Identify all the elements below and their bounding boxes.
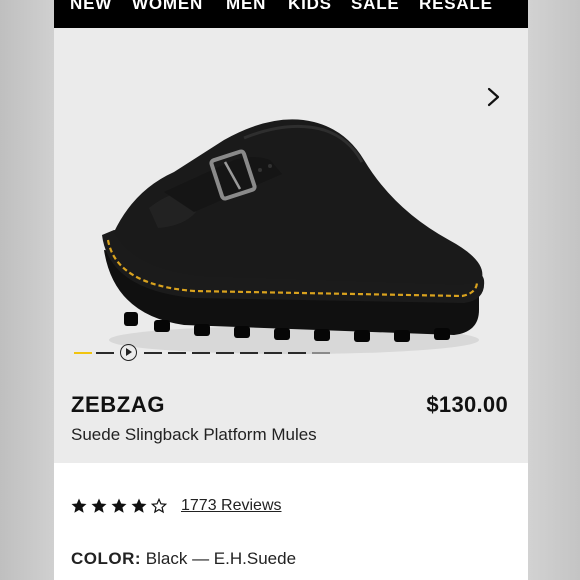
pagination-dot-2[interactable] xyxy=(96,352,114,354)
pagination-dot-3[interactable] xyxy=(144,352,162,354)
pagination-dot-8[interactable] xyxy=(264,352,282,354)
nav-item-sale[interactable]: SALE xyxy=(351,0,400,16)
nav-item-kids[interactable]: KIDS xyxy=(288,0,332,16)
pagination-dot-4[interactable] xyxy=(168,352,186,354)
rating-row: 1773 Reviews xyxy=(70,497,282,515)
star-icon xyxy=(131,498,147,513)
product-gallery[interactable]: ZEBZAG $130.00 Suede Slingback Platform … xyxy=(54,28,528,463)
product-page: NEW WOMEN MEN KIDS SALE RESALE ZEBZAG $1… xyxy=(54,0,528,580)
pagination-dot-5[interactable] xyxy=(192,352,210,354)
star-icon xyxy=(111,498,127,513)
nav-item-women[interactable]: WOMEN xyxy=(132,0,203,16)
nav-item-men[interactable]: MEN xyxy=(226,0,266,16)
nav-item-resale[interactable]: RESALE xyxy=(419,0,493,16)
top-nav: NEW WOMEN MEN KIDS SALE RESALE xyxy=(54,0,528,28)
pagination-dot-10[interactable] xyxy=(312,352,330,354)
nav-item-new[interactable]: NEW xyxy=(70,0,112,16)
color-value: Black — E.H.Suede xyxy=(145,549,297,568)
product-name: ZEBZAG xyxy=(71,392,166,417)
color-label: COLOR: xyxy=(71,549,142,568)
product-price: $130.00 xyxy=(426,392,508,417)
background-left xyxy=(0,0,54,580)
pagination-dot-1[interactable] xyxy=(74,352,92,354)
star-outline-icon xyxy=(150,497,168,514)
product-image xyxy=(102,119,485,354)
reviews-link[interactable]: 1773 Reviews xyxy=(181,497,282,515)
pagination-dot-7[interactable] xyxy=(240,352,258,354)
pagination-dot-9[interactable] xyxy=(288,352,306,354)
star-icon xyxy=(91,498,107,513)
star-icon xyxy=(71,498,87,513)
background-right xyxy=(528,0,580,580)
color-info: COLOR: Black — E.H.Suede xyxy=(71,549,296,569)
play-icon[interactable] xyxy=(120,344,137,361)
product-subtitle: Suede Slingback Platform Mules xyxy=(71,425,317,444)
pagination-dot-6[interactable] xyxy=(216,352,234,354)
